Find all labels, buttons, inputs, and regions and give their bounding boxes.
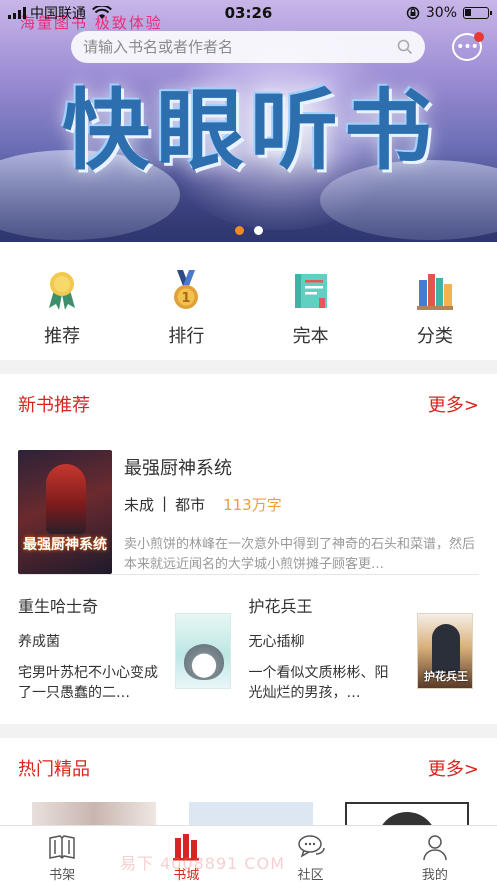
status-bar: 中国联通 03:26 30%	[0, 0, 497, 26]
book-pair: 重生哈士奇 养成菌 宅男叶苏杞不小心变成了一只愚蠢的二… 护花兵王 无心插柳 一…	[0, 575, 497, 717]
book-description: 一个看似文质彬彬、阳光灿烂的男孩，…	[248, 665, 389, 701]
bookshelf-tab-icon	[49, 835, 75, 860]
book-description: 卖小煎饼的林峰在一次意外中得到了神奇的石头和菜谱，然后本来就远近闻名的大学城小煎…	[124, 537, 476, 572]
search-bar[interactable]	[71, 31, 425, 63]
tab-bookshelf[interactable]: 书架	[12, 826, 112, 883]
category-label: 分类	[416, 326, 453, 347]
search-icon[interactable]	[397, 39, 413, 55]
carousel-dot-active[interactable]	[234, 226, 244, 235]
tab-mine[interactable]: 我的	[385, 826, 485, 883]
book-genre: 都市	[175, 496, 206, 514]
tab-label: 书架	[49, 868, 76, 883]
category-recommend[interactable]: 推荐	[12, 268, 112, 360]
banner-title: 快眼听书	[61, 78, 438, 182]
meta-separator: |	[162, 494, 168, 512]
carousel-dot[interactable]	[253, 226, 263, 235]
category-completed[interactable]: 完本	[261, 268, 361, 360]
battery-percent: 30%	[425, 5, 457, 21]
tab-bar: 书架 书城 社区 我的	[0, 825, 497, 883]
book-cover[interactable]: 最强厨神系统	[18, 450, 112, 574]
svg-text:1: 1	[182, 291, 191, 306]
book-title: 重生哈士奇	[18, 597, 99, 616]
message-button[interactable]: •••	[452, 32, 484, 61]
book-item[interactable]: 重生哈士奇 养成菌 宅男叶苏杞不小心变成了一只愚蠢的二…	[18, 593, 249, 717]
more-link[interactable]: 更多>	[428, 391, 479, 417]
category-classify[interactable]: 分类	[385, 268, 485, 360]
section-title: 新书推荐	[18, 395, 90, 416]
book-author: 养成菌	[18, 634, 60, 650]
chat-bubbles-icon	[297, 835, 325, 858]
book-author: 未成	[124, 496, 155, 514]
new-books-section: 新书推荐 更多> 最强厨神系统 最强厨神系统 未成 | 都市 113万字 卖小煎…	[0, 374, 497, 724]
tab-label: 社区	[297, 868, 324, 883]
user-icon	[423, 835, 447, 861]
book-meta: 未成 | 都市 113万字	[124, 494, 479, 515]
gold-medal-icon: 1	[174, 270, 199, 309]
category-ranking[interactable]: 1 排行	[136, 268, 236, 360]
category-label: 推荐	[44, 326, 81, 347]
category-label: 完本	[292, 326, 329, 347]
search-input[interactable]	[83, 38, 397, 56]
book-description: 宅男叶苏杞不小心变成了一只愚蠢的二…	[18, 665, 158, 701]
tab-bookstore[interactable]: 书城	[136, 826, 236, 883]
book-cover[interactable]: 护花兵王	[417, 613, 473, 689]
books-icon	[294, 274, 327, 308]
signal-icon	[8, 7, 26, 19]
cover-title: 护花兵王	[424, 670, 468, 683]
battery-icon	[463, 7, 492, 19]
book-cover[interactable]	[174, 613, 231, 689]
tab-label: 书城	[173, 868, 200, 883]
featured-book[interactable]: 最强厨神系统 最强厨神系统 未成 | 都市 113万字 卖小煎饼的林峰在一次意外…	[0, 434, 497, 574]
wifi-icon	[92, 6, 112, 19]
book-author: 无心插柳	[248, 634, 305, 650]
section-title: 热门精品	[18, 759, 90, 780]
medal-ribbon-icon	[49, 272, 76, 310]
carrier-name: 中国联通	[30, 6, 86, 22]
category-label: 排行	[168, 326, 205, 347]
book-item[interactable]: 护花兵王 无心插柳 一个看似文质彬彬、阳光灿烂的男孩，… 护花兵王	[249, 593, 480, 717]
notification-badge	[474, 32, 484, 42]
more-dots-icon: •••	[456, 39, 479, 55]
orientation-lock-icon	[406, 6, 420, 20]
tab-community[interactable]: 社区	[261, 826, 361, 883]
bookstore-tab-icon	[173, 834, 200, 861]
bookshelf-icon	[416, 274, 453, 310]
book-title: 护花兵王	[248, 597, 313, 616]
book-title: 最强厨神系统	[124, 458, 232, 479]
category-nav: 推荐 1 排行 完本 分类	[0, 242, 497, 360]
tab-label: 我的	[421, 868, 448, 883]
book-word-count: 113万字	[223, 496, 282, 514]
cover-title: 最强厨神系统	[23, 537, 107, 553]
more-link[interactable]: 更多>	[428, 755, 479, 781]
hot-section: 热门精品 更多>	[0, 738, 497, 832]
carousel-dots	[0, 226, 497, 235]
